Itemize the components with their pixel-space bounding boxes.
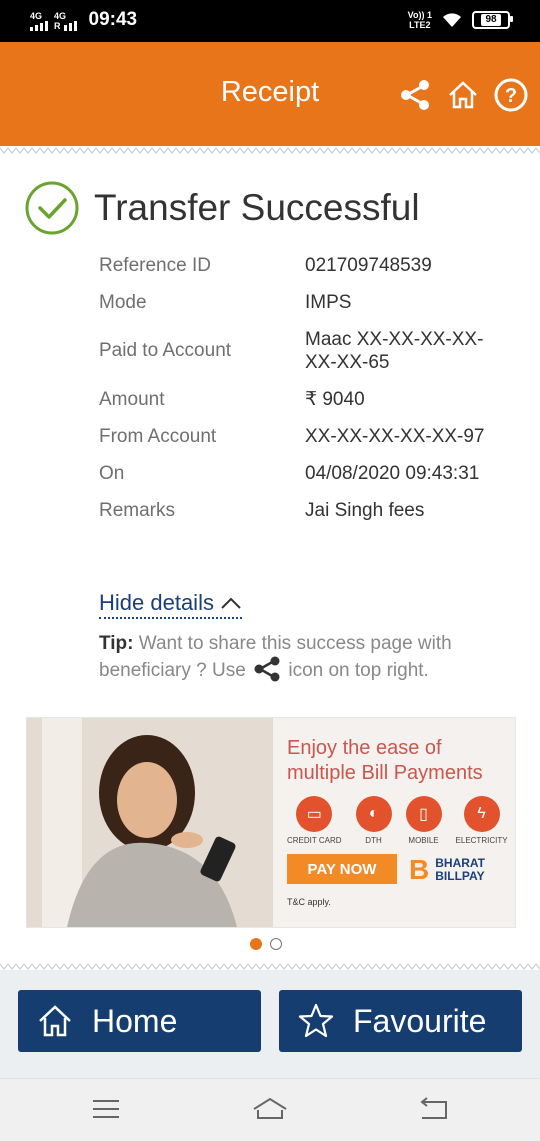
share-icon[interactable] — [398, 78, 432, 112]
detail-label: From Account — [99, 425, 217, 447]
bbps-logo-letter: B — [409, 854, 430, 885]
transaction-details: Reference ID 021709748539 Mode IMPS Paid… — [99, 254, 519, 536]
detail-row-on: On 04/08/2020 09:43:31 — [99, 462, 519, 485]
signal-2: 4G R — [54, 12, 77, 31]
status-bar: 4G 4G R 09:43 Vo)) 1 LTE2 98 — [0, 0, 540, 42]
satellite-dish-icon: ◐ — [355, 796, 392, 832]
star-outline-icon — [298, 1003, 334, 1038]
battery-icon: 98 — [472, 11, 513, 29]
signal-bars-icon — [30, 21, 48, 31]
roaming-indicator: R — [54, 21, 61, 31]
detail-value: 021709748539 — [305, 255, 432, 276]
bill-type-label: DTH — [365, 836, 382, 845]
detail-row-from-account: From Account XX-XX-XX-XX-XX-97 — [99, 425, 519, 448]
promo-photo — [27, 718, 282, 927]
promo-headline-line-1: Enjoy the ease of — [287, 737, 442, 759]
bill-type-electricity: ϟ ELECTRICITY — [456, 796, 508, 845]
home-icon[interactable] — [446, 78, 480, 112]
detail-row-amount: Amount ₹ 9040 — [99, 388, 519, 411]
tip-text-after: icon on top right. — [288, 660, 429, 681]
signal-1: 4G — [30, 12, 48, 31]
credit-card-icon: ▭ — [296, 796, 333, 832]
bharat-billpay-logo: B BHARAT BILLPAY — [409, 854, 485, 886]
detail-label: On — [99, 462, 125, 484]
help-icon[interactable]: ? — [494, 78, 528, 112]
lightning-icon: ϟ — [463, 796, 500, 832]
detail-value: 04/08/2020 09:43:31 — [305, 463, 480, 484]
promo-headline: Enjoy the ease of multiple Bill Payments — [287, 736, 511, 786]
volte-bottom: LTE2 — [409, 20, 431, 30]
bill-type-label: CREDIT CARD — [287, 836, 342, 845]
bill-type-label: MOBILE — [408, 836, 439, 845]
signal-bars-roaming-icon: R — [54, 21, 77, 31]
action-bar: Home Favourite — [0, 970, 540, 1078]
zigzag-divider-top — [0, 146, 540, 156]
detail-value: XX-XX-XX-XX-XX-97 — [305, 426, 485, 447]
system-nav-bar — [0, 1078, 540, 1141]
pay-now-button[interactable]: PAY NOW — [287, 854, 397, 884]
status-text: Transfer Successful — [94, 187, 420, 228]
detail-label: Amount — [99, 388, 165, 410]
detail-label: Mode — [99, 291, 147, 313]
app-header: Receipt ? — [0, 42, 540, 146]
mobile-icon: ▯ — [405, 796, 442, 832]
share-icon-inline — [254, 656, 280, 682]
chevron-up-icon — [221, 597, 241, 609]
detail-row-mode: Mode IMPS — [99, 291, 519, 314]
volte-top: Vo)) 1 — [407, 10, 432, 20]
network-type-2: 4G — [54, 11, 67, 21]
detail-row-paid-to-account: Paid to Account Maac XX-XX-XX-XX-XX-XX-6… — [99, 328, 519, 374]
detail-label: Reference ID — [99, 254, 211, 276]
bill-type-mobile: ▯ MOBILE — [405, 796, 442, 845]
volte-indicator: Vo)) 1 LTE2 — [408, 10, 432, 30]
home-outline-icon — [39, 1005, 71, 1037]
promo-banner[interactable]: Enjoy the ease of multiple Bill Payments… — [26, 717, 516, 928]
promo-headline-line-2: multiple Bill Payments — [287, 762, 483, 784]
detail-label: Remarks — [99, 499, 176, 521]
terms-text: T&C apply. — [287, 897, 331, 907]
carousel-dot[interactable] — [270, 938, 282, 950]
detail-value: Jai Singh fees — [305, 500, 425, 521]
favourite-button[interactable]: Favourite — [279, 990, 522, 1052]
hide-details-link[interactable]: Hide details — [99, 590, 242, 619]
success-check-icon — [25, 181, 79, 235]
bill-type-credit-card: ▭ CREDIT CARD — [287, 796, 342, 845]
back-icon[interactable] — [418, 1096, 450, 1122]
detail-value: IMPS — [305, 292, 352, 313]
transfer-status: Transfer Successful — [24, 180, 420, 236]
hide-details-label: Hide details — [99, 590, 214, 615]
tip-label: Tip: — [99, 633, 134, 654]
wifi-icon — [443, 13, 461, 27]
bill-type-dth: ◐ DTH — [355, 796, 392, 845]
carousel-dot-active[interactable] — [250, 938, 262, 950]
bill-types: ▭ CREDIT CARD ◐ DTH ▯ MOBILE ϟ ELECTRICI… — [287, 796, 508, 845]
favourite-button-label: Favourite — [353, 1002, 487, 1039]
home-button-label: Home — [92, 1002, 178, 1039]
home-nav-icon[interactable] — [252, 1096, 288, 1122]
detail-row-reference-id: Reference ID 021709748539 — [99, 254, 519, 277]
detail-label: Paid to Account — [99, 340, 232, 361]
home-button[interactable]: Home — [18, 990, 261, 1052]
network-type-1: 4G — [30, 11, 43, 21]
svg-text:?: ? — [505, 85, 517, 107]
share-tip: Tip: Want to share this success page wit… — [99, 632, 509, 683]
battery-level: 98 — [481, 14, 501, 26]
detail-value: ₹ 9040 — [305, 389, 365, 410]
menu-icon[interactable] — [90, 1096, 122, 1122]
detail-row-remarks: Remarks Jai Singh fees — [99, 499, 519, 522]
bbps-line-2: BILLPAY — [435, 869, 485, 883]
detail-value: Maac XX-XX-XX-XX-XX-XX-65 — [305, 329, 484, 373]
carousel-indicator — [250, 938, 282, 950]
clock: 09:43 — [88, 9, 138, 30]
bill-type-label: ELECTRICITY — [455, 836, 508, 845]
